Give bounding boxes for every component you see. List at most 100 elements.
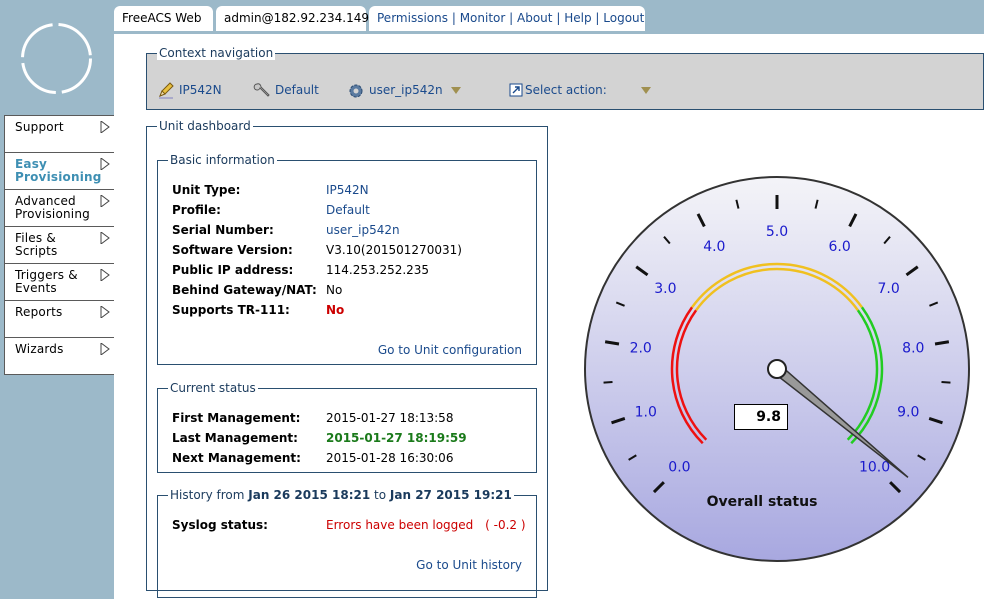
info-value: No [326, 303, 345, 317]
status-key: Last Management: [172, 431, 298, 445]
gauge-tick-label-5: 5.0 [766, 224, 788, 240]
current-status-legend: Current status [168, 381, 258, 395]
sidebar: Support Easy Provisioning Advanced Provi… [0, 0, 114, 599]
info-value: V3.10(201501270031) [326, 243, 462, 257]
info-key: Serial Number: [172, 223, 274, 237]
info-key: Behind Gateway/NAT: [172, 283, 317, 297]
sidebar-item-wizards[interactable]: Wizards [5, 338, 114, 375]
gauge-tick-label-4: 4.0 [703, 239, 725, 255]
gauge-tick-label-3: 3.0 [654, 281, 676, 297]
sidebar-item-easy-provisioning[interactable]: Easy Provisioning [5, 153, 114, 190]
unit-dashboard-legend: Unit dashboard [157, 119, 253, 133]
user-tab: admin@182.92.234.149 [216, 6, 370, 31]
context-navigation: Context navigation IP542N Default user_i… [146, 46, 984, 110]
gauge-tick-label-7: 7.0 [878, 281, 900, 297]
gauge-value-box: 9.8 [734, 404, 788, 430]
unit-type-label: IP542N [179, 83, 222, 97]
status-value: 2015-01-27 18:19:59 [326, 431, 467, 445]
current-user: admin@182.92.234.149 [224, 11, 370, 25]
pencil-icon [159, 82, 174, 99]
context-navigation-legend: Context navigation [157, 46, 276, 60]
info-key: Public IP address: [172, 263, 294, 277]
basic-information-legend: Basic information [168, 153, 277, 167]
about-link[interactable]: About [517, 11, 552, 25]
syslog-status-text: Errors have been logged [326, 518, 474, 532]
info-key: Profile: [172, 203, 221, 217]
chevron-right-icon [100, 306, 110, 318]
profile-label: Default [275, 83, 319, 97]
info-value: IP542N [326, 183, 369, 197]
unit-history-link[interactable]: Go to Unit history [416, 558, 522, 572]
chevron-right-icon [100, 121, 110, 133]
unit-selector[interactable]: user_ip542n [347, 80, 461, 100]
info-value: user_ip542n [326, 223, 400, 237]
info-key: Unit Type: [172, 183, 241, 197]
sidebar-menu: Support Easy Provisioning Advanced Provi… [4, 115, 114, 375]
gauge-needle-hub [767, 359, 787, 379]
select-action-label: Select action: [525, 83, 607, 97]
info-value: Default [326, 203, 370, 217]
basic-information: Basic information Unit Type: IP542N Prof… [157, 153, 537, 365]
history-legend-prefix: History from [170, 488, 245, 502]
chevron-right-icon [100, 195, 110, 207]
unit-configuration-link[interactable]: Go to Unit configuration [378, 343, 522, 357]
app-title: FreeACS Web [122, 11, 202, 25]
gauge-tick-label-0: 0.0 [668, 460, 690, 476]
gauge-title: Overall status [706, 494, 818, 510]
info-key: Software Version: [172, 243, 293, 257]
freeacs-logo-icon [21, 23, 92, 94]
separator: | [451, 11, 456, 25]
gauge-tick-label-1: 1.0 [635, 405, 657, 421]
history-key: Syslog status: [172, 518, 268, 532]
unit-dashboard: Unit dashboard Basic information Unit Ty… [146, 119, 548, 598]
sidebar-item-label: Easy Provisioning [15, 157, 102, 184]
gauge-tick-3 [603, 380, 613, 384]
status-value: 2015-01-28 16:30:06 [326, 451, 454, 465]
gauge-tick-label-2: 2.0 [630, 340, 652, 356]
monitor-link[interactable]: Monitor [460, 11, 506, 25]
external-link-icon [509, 83, 523, 97]
unit-type-link[interactable]: IP542N [157, 80, 222, 100]
logout-link[interactable]: Logout [603, 11, 644, 25]
info-key: Supports TR-111: [172, 303, 290, 317]
sidebar-item-files-scripts[interactable]: Files & Scripts [5, 227, 114, 264]
history-from: Jan 26 2015 18:21 [248, 488, 371, 502]
sidebar-item-advanced-provisioning[interactable]: Advanced Provisioning [5, 190, 114, 227]
separator: | [509, 11, 514, 25]
status-key: Next Management: [172, 451, 301, 465]
app-title-tab: FreeACS Web [114, 6, 213, 31]
sidebar-item-reports[interactable]: Reports [5, 301, 114, 338]
gauge-tick-label-8: 8.0 [902, 340, 924, 356]
gauge-tick-label-10: 10.0 [859, 460, 890, 476]
status-key: First Management: [172, 411, 301, 425]
sidebar-item-label: Support [15, 120, 64, 134]
current-status: Current status First Management: 2015-01… [157, 381, 537, 473]
gauge-tick-17 [941, 380, 951, 384]
gauge-tick-label-9: 9.0 [897, 405, 919, 421]
sidebar-item-support[interactable]: Support [5, 116, 114, 153]
chevron-right-icon [100, 343, 110, 355]
sidebar-item-label: Reports [15, 305, 63, 319]
sidebar-item-label: Wizards [15, 342, 64, 356]
sidebar-item-label: Advanced Provisioning [15, 194, 90, 221]
chevron-right-icon [100, 232, 110, 244]
separator: | [556, 11, 561, 25]
permissions-link[interactable]: Permissions [377, 11, 448, 25]
profile-link[interactable]: Default [253, 80, 319, 100]
history-to: Jan 27 2015 19:21 [389, 488, 512, 502]
top-links-tab: Permissions | Monitor | About | Help | L… [369, 6, 645, 31]
gauge-tick-label-6: 6.0 [829, 239, 851, 255]
history: History from Jan 26 2015 18:21 to Jan 27… [157, 488, 537, 598]
separator: | [595, 11, 600, 25]
sidebar-item-label: Files & Scripts [15, 231, 58, 258]
select-action-dropdown[interactable]: Select action: [509, 80, 651, 100]
sidebar-item-triggers-events[interactable]: Triggers & Events [5, 264, 114, 301]
chevron-right-icon [100, 269, 110, 281]
history-legend-mid: to [374, 488, 387, 502]
caret-down-icon [450, 86, 461, 94]
top-bar: FreeACS Web admin@182.92.234.149 Permiss… [114, 0, 984, 34]
help-link[interactable]: Help [564, 11, 591, 25]
status-value: 2015-01-27 18:13:58 [326, 411, 454, 425]
chevron-right-icon [100, 158, 110, 170]
info-value: 114.253.252.235 [326, 263, 430, 277]
